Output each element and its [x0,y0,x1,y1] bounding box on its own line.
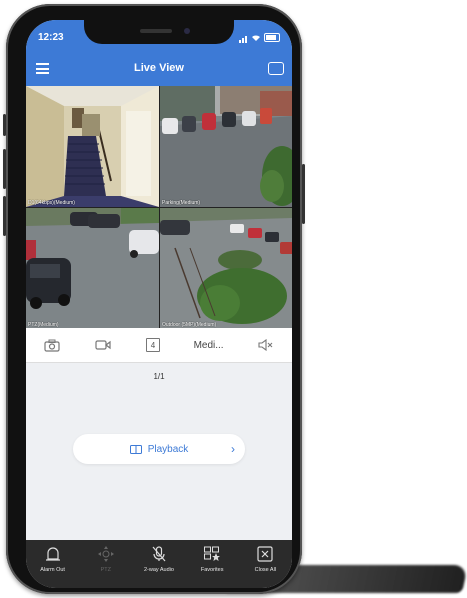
camera-grid: D1(64kbps)(Medium) Parking(Medium) PTZ(M… [26,86,292,329]
notch [84,20,234,44]
split-count: 4 [150,340,156,350]
favorites-star-icon [204,546,221,561]
microphone-muted-icon [152,546,166,562]
camera-tile-1[interactable]: D1(64kbps)(Medium) [26,86,159,207]
toolbar-label: PTZ [100,567,111,573]
phone-frame: 12:23 Live View D1(64kbps)(Medium) Parki… [3,4,305,594]
camera-feed-outdoor [160,208,292,329]
playback-label: Playback [147,443,189,455]
two-way-audio-button[interactable]: 2-way Audio [134,544,184,573]
toolbar-label: Close All [254,567,277,573]
stream-quality-select[interactable]: Medi... [194,340,224,351]
page-indicator: 1/1 [153,372,165,381]
toolbar-label: Favorites [200,567,224,573]
chevron-right-icon: › [231,442,235,456]
power-button [302,164,305,224]
page-title: Live View [134,62,184,74]
close-all-button[interactable]: Close All [240,544,290,573]
close-all-icon [257,546,273,562]
playback-icon [129,444,142,454]
ptz-button[interactable]: PTZ [81,544,131,573]
camera-feed-ptz [26,208,159,329]
camera-tile-3[interactable]: PTZ(Medium) [26,208,159,329]
camera-label: D1(64kbps)(Medium) [28,200,75,206]
ptz-directional-icon [97,546,114,562]
volume-up-button [3,149,6,189]
alarm-out-button[interactable]: Alarm Out [28,544,78,573]
camera-label: Parking(Medium) [162,200,201,206]
camera-tile-2[interactable]: Parking(Medium) [160,86,292,207]
wifi-icon [252,34,260,41]
camera-tile-4[interactable]: Outdoor (5MP)(Medium) [160,208,292,329]
nav-bar: Live View [26,52,292,86]
camera-feed-parking [160,86,292,207]
speaker-muted-icon[interactable] [257,338,275,352]
battery-icon [264,33,280,42]
alarm-bell-icon [45,547,60,561]
status-bar: 12:23 [26,20,292,52]
status-icons [239,32,280,43]
screen-switch-icon[interactable] [268,62,284,75]
bottom-toolbar: Alarm Out PTZ 2-way Audio Favorites Clos… [26,540,292,588]
toolbar-label: 2-way Audio [143,567,174,573]
phone-screen: 12:23 Live View D1(64kbps)(Medium) Parki… [26,20,292,588]
camera-feed-hallway [26,86,159,207]
playback-button[interactable]: Playback › [73,434,245,464]
record-video-icon[interactable] [94,338,112,352]
volume-down-button [3,196,6,236]
favorites-button[interactable]: Favorites [187,544,237,573]
side-button [3,114,6,136]
snapshot-camera-icon[interactable] [43,338,61,352]
signal-icon [239,32,248,43]
control-bar: 4 Medi... [26,328,292,363]
split-screen-button[interactable]: 4 [145,338,160,352]
status-time: 12:23 [38,32,64,43]
toolbar-label: Alarm Out [40,567,65,573]
